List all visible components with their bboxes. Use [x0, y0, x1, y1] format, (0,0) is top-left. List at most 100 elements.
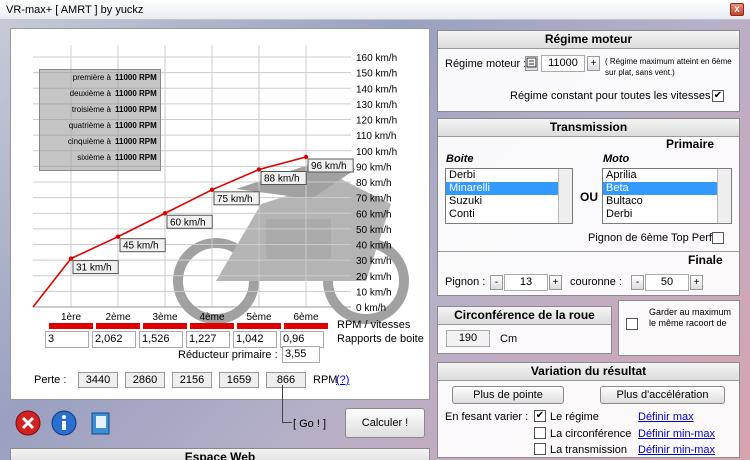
keep-ratio-panel: Garder au maximum le même racoort de: [618, 300, 740, 356]
y-tick-label: 0 km/h: [356, 303, 386, 314]
web-space-title: Espace Web: [11, 449, 429, 460]
gear-ratio-input[interactable]: 1,042: [233, 331, 277, 348]
transmission-title: Transmission: [438, 119, 739, 137]
gear-ratio-input[interactable]: 3: [45, 331, 89, 348]
primary-reducer-label: Réducteur primaire :: [178, 349, 278, 361]
gear-rpm-row: sixième à 11000 RPM: [40, 150, 160, 166]
constant-rpm-checkbox[interactable]: ✔: [712, 90, 724, 102]
gear-rpm-row: première à 11000 RPM: [40, 70, 160, 86]
gearbox-list-item[interactable]: Conti: [446, 208, 572, 221]
notes-button[interactable]: [87, 410, 113, 436]
gearbox-scrollbar[interactable]: [558, 169, 572, 223]
engine-rpm-note: ( Régime maximum atteint en 6ème sur pla…: [605, 57, 732, 77]
gearbox-list[interactable]: Derbi Minarelli Suzuki Conti: [445, 168, 573, 224]
perte-label: Perte :: [34, 374, 67, 386]
y-tick-label: 90 km/h: [356, 162, 392, 173]
engine-rpm-input[interactable]: 11000: [541, 55, 585, 72]
info-icon: [51, 410, 77, 436]
pinion-decrement-button[interactable]: -: [490, 275, 503, 290]
perte-help-link[interactable]: (?): [336, 374, 349, 386]
y-tick-label: 60 km/h: [356, 209, 392, 220]
engine-rpm-panel: Régime moteur Régime moteur : 11000 + ( …: [437, 30, 740, 112]
top-perf-pinion-checkbox[interactable]: [712, 232, 724, 244]
cancel-icon: [15, 410, 41, 436]
gear-name: troisième à: [71, 105, 111, 114]
data-label: 31 km/h: [76, 263, 112, 274]
gearbox-list-item[interactable]: Minarelli: [446, 182, 572, 195]
pinion-label: Pignon :: [445, 276, 486, 288]
wheel-circumference-input[interactable]: 190: [446, 330, 490, 347]
gear-band: [284, 323, 328, 329]
gear-rpm: 11000 RPM: [115, 105, 157, 114]
vary-transmission-label: La transmission: [550, 444, 628, 456]
crown-increment-button[interactable]: +: [690, 275, 703, 290]
gear-ratio-input[interactable]: 1,526: [139, 331, 183, 348]
y-tick-label: 10 km/h: [356, 287, 392, 298]
vary-by-label: En fesant varier :: [445, 411, 529, 423]
more-acceleration-button[interactable]: Plus d'accélération: [600, 386, 725, 404]
gear-rpm-row: cinquième à 11000 RPM: [40, 134, 160, 150]
constant-rpm-label: Régime constant pour toutes les vitesses: [510, 90, 711, 102]
moto-list-item[interactable]: Aprilia: [603, 169, 731, 182]
rpm-loss-value: 2156: [172, 372, 212, 388]
moto-label: Moto: [603, 153, 630, 165]
y-tick-label: 30 km/h: [356, 256, 392, 267]
vary-transmission-checkbox[interactable]: [534, 443, 546, 455]
close-window-button[interactable]: x: [730, 3, 744, 16]
wheel-circumference-panel: Circonférence de la roue 190 Cm: [437, 306, 612, 354]
moto-list-item[interactable]: Derbi: [603, 208, 731, 221]
gear-rpm: 11000 RPM: [115, 121, 157, 130]
wheel-circumference-title: Circonférence de la roue: [438, 307, 611, 325]
gearbox-list-item[interactable]: Derbi: [446, 169, 572, 182]
gear-band: [190, 323, 234, 329]
gear-rpm: 11000 RPM: [115, 137, 157, 146]
notebook-icon: [91, 412, 110, 435]
y-tick-label: 110 km/h: [356, 131, 396, 142]
keep-ratio-label: Garder au maximum le même racoort de: [649, 307, 732, 328]
gearbox-list-item[interactable]: Suzuki: [446, 195, 572, 208]
info-button[interactable]: [51, 410, 77, 436]
gear-rpm-row: quatrième à 11000 RPM: [40, 118, 160, 134]
gear-rpm-row: troisième à 11000 RPM: [40, 102, 160, 118]
moto-list-item[interactable]: Beta: [603, 182, 731, 195]
rpm-loss-value: 2860: [125, 372, 165, 388]
final-title: Finale: [688, 253, 723, 267]
result-variation-title: Variation du résultat: [438, 363, 739, 381]
gear-ratio-input[interactable]: 2,062: [92, 331, 136, 348]
x-axis-label: RPM / vitesses: [337, 319, 411, 331]
y-tick-label: 40 km/h: [356, 241, 392, 252]
primary-title: Primaire: [666, 137, 715, 151]
data-label: 45 km/h: [123, 241, 159, 252]
define-transmission-range-link[interactable]: Définir min-max: [638, 444, 715, 456]
vary-rpm-label: Le régime: [550, 411, 599, 423]
crown-input[interactable]: 50: [645, 274, 689, 291]
define-circumference-range-link[interactable]: Définir min-max: [638, 428, 715, 440]
gear-name: cinquième à: [67, 137, 111, 146]
moto-scrollbar[interactable]: [717, 169, 731, 223]
moto-list[interactable]: Aprilia Beta Bultaco Derbi: [602, 168, 732, 224]
rpm-increment-button[interactable]: +: [587, 56, 600, 71]
keep-ratio-checkbox[interactable]: [626, 318, 638, 330]
title-bar: VR-max+ [ AMRT ] by yuckz x: [0, 0, 750, 20]
rpm-calculator-button[interactable]: [525, 56, 538, 71]
gear-name: quatrième à: [68, 121, 111, 130]
vary-circumference-checkbox[interactable]: [534, 427, 546, 439]
x-tick-label: 2ème: [105, 312, 130, 323]
gear-band: [237, 323, 281, 329]
pinion-input[interactable]: 13: [504, 274, 548, 291]
y-tick-label: 150 km/h: [356, 69, 397, 80]
go-connector: [282, 385, 292, 423]
define-max-rpm-link[interactable]: Définir max: [638, 411, 694, 423]
moto-list-item[interactable]: Bultaco: [603, 195, 731, 208]
gear-ratio-input[interactable]: 1,227: [186, 331, 230, 348]
vary-rpm-checkbox[interactable]: ✔: [534, 410, 546, 422]
pinion-increment-button[interactable]: +: [549, 275, 562, 290]
crown-decrement-button[interactable]: -: [631, 275, 644, 290]
primary-reducer-input[interactable]: 3,55: [282, 346, 320, 363]
result-variation-panel: Variation du résultat Plus de pointe Plu…: [437, 362, 740, 458]
more-top-speed-button[interactable]: Plus de pointe: [452, 386, 564, 404]
y-tick-label: 130 km/h: [356, 100, 397, 111]
calculate-button[interactable]: Calculer !: [345, 408, 425, 438]
y-tick-label: 70 km/h: [356, 194, 392, 205]
close-app-button[interactable]: [15, 410, 41, 436]
